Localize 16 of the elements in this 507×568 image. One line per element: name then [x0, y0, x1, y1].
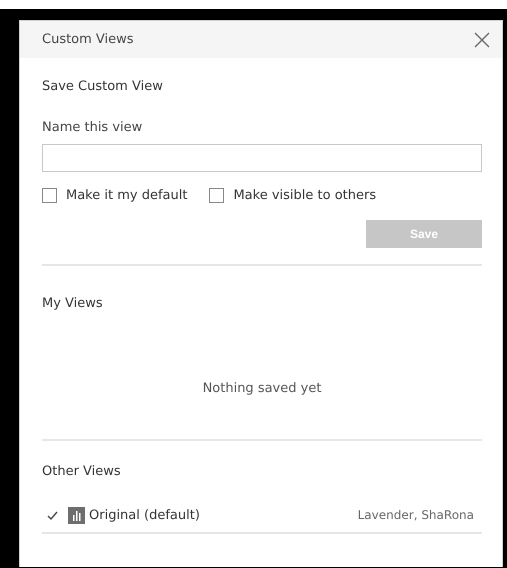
checkbox[interactable]	[209, 188, 224, 203]
checkbox-label: Make it my default	[66, 188, 188, 203]
view-list-item[interactable]: Original (default) Lavender, ShaRona	[42, 503, 482, 527]
empty-message: Nothing saved yet	[202, 381, 322, 396]
view-owner: Lavender, ShaRona	[358, 508, 474, 522]
section-heading: Other Views	[42, 464, 122, 479]
section-heading: Save Custom View	[42, 79, 164, 94]
dialog-title: Custom Views	[42, 32, 134, 47]
bar-chart-icon	[68, 506, 85, 524]
field-label: Name this view	[42, 120, 144, 135]
checkbox[interactable]	[42, 188, 57, 203]
name-field[interactable]	[42, 144, 482, 172]
view-name: Original (default)	[89, 508, 201, 522]
close-button[interactable]	[474, 32, 490, 48]
section-heading: My Views	[42, 296, 104, 311]
checkbox-label: Make visible to others	[233, 188, 376, 203]
